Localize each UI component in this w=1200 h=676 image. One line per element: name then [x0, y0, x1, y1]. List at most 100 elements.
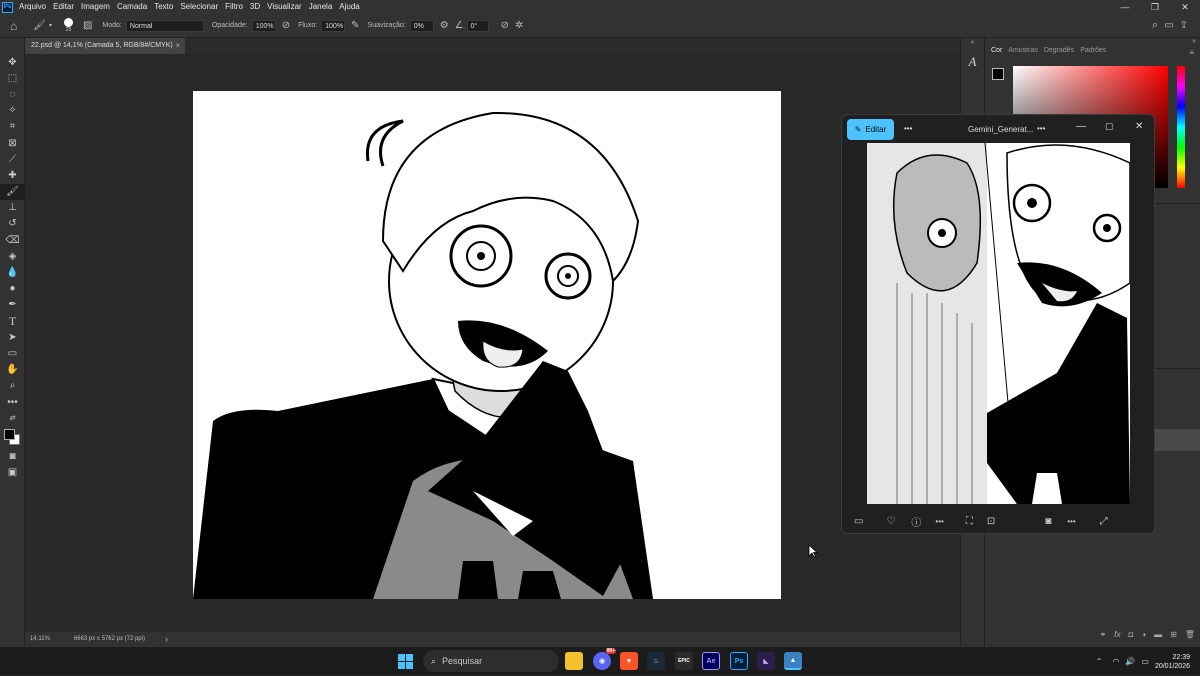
clone-stamp-icon[interactable]: ⊥ [0, 200, 25, 216]
crop-tool-icon[interactable]: ⌗ [0, 119, 25, 135]
brush-preset-picker[interactable]: 25 [63, 18, 73, 33]
pen-tool-icon[interactable]: ✒ [0, 297, 25, 313]
foreground-swatch[interactable] [992, 68, 1004, 80]
crop-icon[interactable]: ⛶ [966, 516, 973, 527]
tab-degrades[interactable]: Degradês [1044, 44, 1074, 58]
zoom-tool-icon[interactable]: ⌕ [0, 378, 25, 394]
app-icon[interactable]: ◣ [757, 652, 775, 670]
slideshow-icon[interactable]: ◙ [1045, 516, 1051, 527]
gear-icon[interactable]: ⚙ [440, 20, 449, 31]
clock[interactable]: 22:39 20/01/2026 [1155, 653, 1190, 671]
blur-tool-icon[interactable]: 💧 [0, 264, 25, 280]
menu-arquivo[interactable]: Arquivo [19, 0, 46, 14]
more-actions-icon[interactable]: ••• [935, 517, 943, 526]
epic-games-icon[interactable]: EPIC [675, 652, 693, 670]
info-icon[interactable]: ⓘ [911, 514, 921, 529]
panel-menu-icon[interactable]: ≡ [1189, 48, 1194, 57]
history-brush-icon[interactable]: ↺ [0, 216, 25, 232]
menu-filtro[interactable]: Filtro [225, 0, 243, 14]
document-tab[interactable]: 22.psd @ 14,1% (Camada 5, RGB/8#/CMYK) × [25, 38, 185, 54]
scan-text-icon[interactable]: ⊡ [987, 516, 995, 527]
file-options-icon[interactable]: ••• [1037, 124, 1045, 133]
healing-brush-icon[interactable]: ✚ [0, 167, 25, 183]
close-icon[interactable]: ✕ [1135, 121, 1143, 132]
lasso-tool-icon[interactable]: ◌ [0, 86, 25, 102]
quick-mask-icon[interactable]: ◙ [0, 448, 25, 464]
type-tool-icon[interactable]: T [0, 313, 25, 329]
edit-button[interactable]: ✎ Editar [847, 119, 894, 140]
favorite-icon[interactable]: ♡ [886, 516, 895, 527]
character-panel-icon[interactable]: A [961, 54, 984, 70]
symmetry-icon[interactable]: ✲ [515, 20, 523, 31]
mode-select[interactable]: Normal [125, 19, 204, 32]
wifi-icon[interactable]: ◠ [1112, 657, 1119, 666]
home-icon[interactable]: ⌂ [10, 19, 17, 33]
link-icon[interactable]: ⚭ [1100, 630, 1107, 644]
taskbar-search[interactable]: ⌕ Pesquisar [423, 650, 559, 672]
workspace-icon[interactable]: ▭ [1164, 20, 1173, 31]
hand-tool-icon[interactable]: ✋ [0, 362, 25, 378]
volume-icon[interactable]: 🔊 [1125, 657, 1135, 666]
zoom-level[interactable]: 14,11% [30, 636, 50, 642]
after-effects-icon[interactable]: Ae [702, 652, 720, 670]
folder-icon[interactable]: ▬ [1154, 630, 1162, 644]
adjustment-icon[interactable]: ◑ [1141, 630, 1146, 644]
rectangle-tool-icon[interactable]: ▭ [0, 345, 25, 361]
expand-icon[interactable]: ⤢ [1100, 516, 1108, 527]
document-canvas[interactable] [193, 91, 781, 599]
color-swatches[interactable] [0, 426, 25, 448]
photo-image[interactable] [867, 143, 1130, 504]
angle-field[interactable]: 0° [466, 19, 489, 32]
paint-bucket-icon[interactable]: ◈ [0, 248, 25, 264]
battery-icon[interactable]: ▭ [1141, 657, 1149, 666]
eyedropper-icon[interactable]: ⟋ [0, 151, 25, 167]
menu-imagem[interactable]: Imagem [81, 0, 110, 14]
more-tools-icon[interactable]: ••• [0, 394, 25, 410]
mask-icon[interactable]: ◘ [1128, 630, 1133, 644]
share-icon[interactable]: ⇪ [1180, 20, 1188, 31]
menu-ajuda[interactable]: Ajuda [339, 0, 359, 14]
maximize-icon[interactable]: ☐ [1105, 122, 1113, 133]
file-explorer-icon[interactable] [565, 652, 583, 670]
foreground-color-swatch[interactable] [4, 429, 15, 441]
tab-cor[interactable]: Cor [991, 44, 1002, 58]
more-options-icon[interactable]: ••• [904, 124, 912, 133]
photos-app-icon[interactable]: ▲ [784, 652, 802, 670]
more-icon[interactable]: ••• [1067, 517, 1075, 526]
tab-amostras[interactable]: Amostras [1008, 44, 1038, 58]
menu-selecionar[interactable]: Selecionar [180, 0, 218, 14]
discord-icon[interactable]: ◉ 99+ [593, 648, 616, 670]
pressure-size-icon[interactable]: ⊘ [501, 20, 509, 31]
brush-tool-icon[interactable]: 🖌 [33, 20, 46, 31]
status-menu-arrow[interactable]: › [165, 634, 168, 644]
tab-padroes[interactable]: Padrões [1080, 44, 1106, 58]
brush-settings-icon[interactable]: ▨ [83, 20, 92, 31]
marquee-tool-icon[interactable]: ⬚ [0, 70, 25, 86]
filmstrip-icon[interactable]: ▭ [854, 516, 863, 527]
chevron-up-icon[interactable]: ⌃ [1096, 657, 1103, 666]
swap-colors-icon[interactable]: ⇄ [0, 410, 25, 426]
path-selection-icon[interactable]: ➤ [0, 329, 25, 345]
move-tool-icon[interactable]: ✥ [0, 54, 25, 70]
airbrush-icon[interactable]: ✎ [351, 20, 359, 31]
hue-slider[interactable] [1177, 66, 1185, 188]
photoshop-icon[interactable]: Ps [730, 652, 748, 670]
dodge-tool-icon[interactable]: ● [0, 281, 25, 297]
close-icon[interactable]: × [175, 38, 180, 54]
brave-icon[interactable]: ▼ [620, 652, 638, 670]
steam-icon[interactable]: ♨ [647, 652, 665, 670]
collapse-icon[interactable]: « [961, 39, 984, 46]
flow-field[interactable]: 100% [321, 19, 346, 32]
smoothing-field[interactable]: 0% [409, 19, 434, 32]
screen-mode-icon[interactable]: ▣ [0, 465, 25, 481]
start-button-icon[interactable] [398, 654, 413, 669]
menu-camada[interactable]: Camada [117, 0, 147, 14]
menu-visualizar[interactable]: Visualizar [267, 0, 302, 14]
search-icon[interactable]: ⌕ [1152, 19, 1158, 32]
minimize-icon[interactable]: — [1110, 0, 1140, 14]
maximize-icon[interactable]: ❐ [1140, 0, 1170, 14]
brush-tool-icon[interactable]: 🖌 [0, 183, 25, 200]
menu-texto[interactable]: Texto [154, 0, 173, 14]
trash-icon[interactable]: 🗑 [1185, 630, 1195, 644]
menu-3d[interactable]: 3D [250, 0, 260, 14]
